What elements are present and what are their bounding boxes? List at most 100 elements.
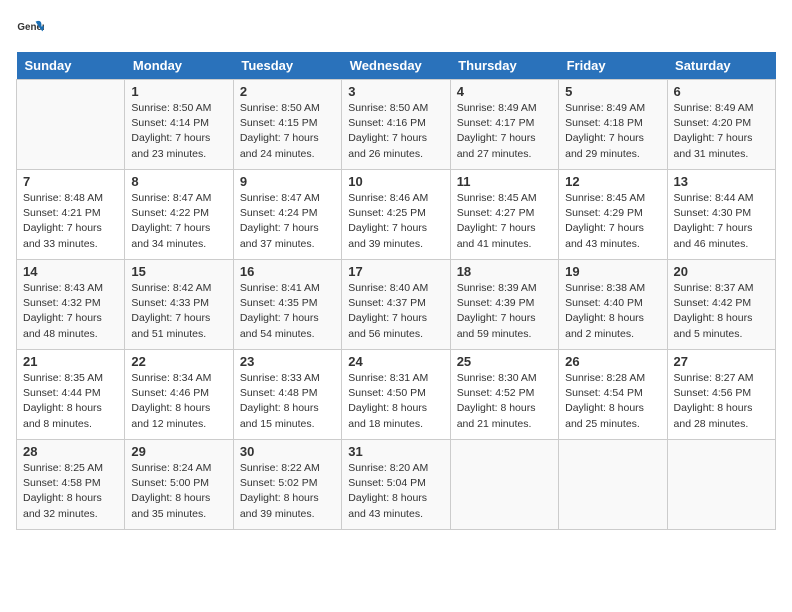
day-number: 21 [23, 354, 118, 369]
calendar-cell: 16Sunrise: 8:41 AMSunset: 4:35 PMDayligh… [233, 260, 341, 350]
calendar-cell: 13 Sunrise: 8:44 AMSunset: 4:30 PMDayligh… [667, 170, 775, 260]
day-number: 20 [674, 264, 769, 279]
day-number: 11 [457, 174, 552, 189]
calendar-cell [559, 440, 667, 530]
calendar-cell: 3 Sunrise: 8:50 AMSunset: 4:16 PMDaylight… [342, 80, 450, 170]
day-info: Sunrise: 8:34 AMSunset: 4:46 PMDaylight:… [131, 371, 226, 432]
day-number: 15 [131, 264, 226, 279]
day-number: 27 [674, 354, 769, 369]
day-number: 8 [131, 174, 226, 189]
day-number: 30 [240, 444, 335, 459]
calendar-cell: 7 Sunrise: 8:48 AMSunset: 4:21 PMDaylight… [17, 170, 125, 260]
col-header-saturday: Saturday [667, 52, 775, 80]
day-number: 16 [240, 264, 335, 279]
calendar-cell: 8 Sunrise: 8:47 AMSunset: 4:22 PMDaylight… [125, 170, 233, 260]
calendar-cell: 27 Sunrise: 8:27 AMSunset: 4:56 PMDayligh… [667, 350, 775, 440]
col-header-sunday: Sunday [17, 52, 125, 80]
day-number: 4 [457, 84, 552, 99]
day-info: Sunrise: 8:38 AMSunset: 4:40 PMDaylight:… [565, 281, 660, 342]
day-number: 19 [565, 264, 660, 279]
day-info: Sunrise: 8:50 AMSunset: 4:15 PMDaylight:… [240, 101, 335, 162]
day-number: 10 [348, 174, 443, 189]
day-info: Sunrise: 8:35 AMSunset: 4:44 PMDaylight:… [23, 371, 118, 432]
calendar-cell: 2 Sunrise: 8:50 AMSunset: 4:15 PMDaylight… [233, 80, 341, 170]
calendar-cell: 22 Sunrise: 8:34 AMSunset: 4:46 PMDayligh… [125, 350, 233, 440]
day-info: Sunrise: 8:48 AMSunset: 4:21 PMDaylight:… [23, 191, 118, 252]
day-number: 13 [674, 174, 769, 189]
day-info: Sunrise: 8:47 AMSunset: 4:22 PMDaylight:… [131, 191, 226, 252]
calendar-cell: 14 Sunrise: 8:43 AMSunset: 4:32 PMDayligh… [17, 260, 125, 350]
week-row-5: 28 Sunrise: 8:25 AMSunset: 4:58 PMDayligh… [17, 440, 776, 530]
calendar-cell: 9Sunrise: 8:47 AMSunset: 4:24 PMDaylight… [233, 170, 341, 260]
day-number: 14 [23, 264, 118, 279]
day-number: 24 [348, 354, 443, 369]
week-row-3: 14 Sunrise: 8:43 AMSunset: 4:32 PMDayligh… [17, 260, 776, 350]
day-info: Sunrise: 8:25 AMSunset: 4:58 PMDaylight:… [23, 461, 118, 522]
day-number: 3 [348, 84, 443, 99]
day-info: Sunrise: 8:49 AMSunset: 4:20 PMDaylight:… [674, 101, 769, 162]
day-number: 2 [240, 84, 335, 99]
day-info: Sunrise: 8:37 AMSunset: 4:42 PMDaylight:… [674, 281, 769, 342]
calendar-cell: 29Sunrise: 8:24 AMSunset: 5:00 PMDayligh… [125, 440, 233, 530]
calendar-cell [17, 80, 125, 170]
col-header-monday: Monday [125, 52, 233, 80]
header-row: SundayMondayTuesdayWednesdayThursdayFrid… [17, 52, 776, 80]
day-number: 17 [348, 264, 443, 279]
day-number: 18 [457, 264, 552, 279]
day-info: Sunrise: 8:49 AMSunset: 4:18 PMDaylight:… [565, 101, 660, 162]
calendar-cell: 15Sunrise: 8:42 AMSunset: 4:33 PMDayligh… [125, 260, 233, 350]
day-number: 28 [23, 444, 118, 459]
calendar-cell: 26 Sunrise: 8:28 AMSunset: 4:54 PMDayligh… [559, 350, 667, 440]
calendar-cell: 21 Sunrise: 8:35 AMSunset: 4:44 PMDayligh… [17, 350, 125, 440]
calendar-cell: 11 Sunrise: 8:45 AMSunset: 4:27 PMDayligh… [450, 170, 558, 260]
day-number: 31 [348, 444, 443, 459]
day-number: 23 [240, 354, 335, 369]
col-header-tuesday: Tuesday [233, 52, 341, 80]
calendar-cell [667, 440, 775, 530]
day-info: Sunrise: 8:20 AMSunset: 5:04 PMDaylight:… [348, 461, 443, 522]
day-info: Sunrise: 8:50 AMSunset: 4:16 PMDaylight:… [348, 101, 443, 162]
calendar-cell: 20 Sunrise: 8:37 AMSunset: 4:42 PMDayligh… [667, 260, 775, 350]
calendar-cell: 4 Sunrise: 8:49 AMSunset: 4:17 PMDaylight… [450, 80, 558, 170]
day-info: Sunrise: 8:49 AMSunset: 4:17 PMDaylight:… [457, 101, 552, 162]
day-info: Sunrise: 8:33 AMSunset: 4:48 PMDaylight:… [240, 371, 335, 432]
day-info: Sunrise: 8:45 AMSunset: 4:29 PMDaylight:… [565, 191, 660, 252]
calendar-table: SundayMondayTuesdayWednesdayThursdayFrid… [16, 52, 776, 530]
calendar-cell: 23 Sunrise: 8:33 AMSunset: 4:48 PMDayligh… [233, 350, 341, 440]
calendar-cell: 12 Sunrise: 8:45 AMSunset: 4:29 PMDayligh… [559, 170, 667, 260]
calendar-cell: 24 Sunrise: 8:31 AMSunset: 4:50 PMDayligh… [342, 350, 450, 440]
day-info: Sunrise: 8:45 AMSunset: 4:27 PMDaylight:… [457, 191, 552, 252]
day-info: Sunrise: 8:27 AMSunset: 4:56 PMDaylight:… [674, 371, 769, 432]
day-info: Sunrise: 8:44 AMSunset: 4:30 PMDaylight:… [674, 191, 769, 252]
calendar-cell [450, 440, 558, 530]
day-info: Sunrise: 8:46 AMSunset: 4:25 PMDaylight:… [348, 191, 443, 252]
logo: General [16, 16, 48, 44]
day-number: 7 [23, 174, 118, 189]
calendar-cell: 17 Sunrise: 8:40 AMSunset: 4:37 PMDayligh… [342, 260, 450, 350]
week-row-4: 21 Sunrise: 8:35 AMSunset: 4:44 PMDayligh… [17, 350, 776, 440]
col-header-wednesday: Wednesday [342, 52, 450, 80]
calendar-cell: 31 Sunrise: 8:20 AMSunset: 5:04 PMDayligh… [342, 440, 450, 530]
day-number: 25 [457, 354, 552, 369]
day-number: 22 [131, 354, 226, 369]
day-info: Sunrise: 8:31 AMSunset: 4:50 PMDaylight:… [348, 371, 443, 432]
day-info: Sunrise: 8:28 AMSunset: 4:54 PMDaylight:… [565, 371, 660, 432]
day-number: 26 [565, 354, 660, 369]
calendar-cell: 5 Sunrise: 8:49 AMSunset: 4:18 PMDaylight… [559, 80, 667, 170]
day-info: Sunrise: 8:43 AMSunset: 4:32 PMDaylight:… [23, 281, 118, 342]
calendar-cell: 25Sunrise: 8:30 AMSunset: 4:52 PMDayligh… [450, 350, 558, 440]
day-number: 29 [131, 444, 226, 459]
logo-icon: General [16, 16, 44, 44]
week-row-2: 7 Sunrise: 8:48 AMSunset: 4:21 PMDaylight… [17, 170, 776, 260]
day-number: 5 [565, 84, 660, 99]
day-number: 1 [131, 84, 226, 99]
calendar-cell: 10 Sunrise: 8:46 AMSunset: 4:25 PMDayligh… [342, 170, 450, 260]
calendar-cell: 19 Sunrise: 8:38 AMSunset: 4:40 PMDayligh… [559, 260, 667, 350]
calendar-cell: 18Sunrise: 8:39 AMSunset: 4:39 PMDayligh… [450, 260, 558, 350]
day-info: Sunrise: 8:40 AMSunset: 4:37 PMDaylight:… [348, 281, 443, 342]
day-number: 12 [565, 174, 660, 189]
col-header-friday: Friday [559, 52, 667, 80]
day-info: Sunrise: 8:50 AMSunset: 4:14 PMDaylight:… [131, 101, 226, 162]
day-info: Sunrise: 8:22 AMSunset: 5:02 PMDaylight:… [240, 461, 335, 522]
day-info: Sunrise: 8:47 AMSunset: 4:24 PMDaylight:… [240, 191, 335, 252]
